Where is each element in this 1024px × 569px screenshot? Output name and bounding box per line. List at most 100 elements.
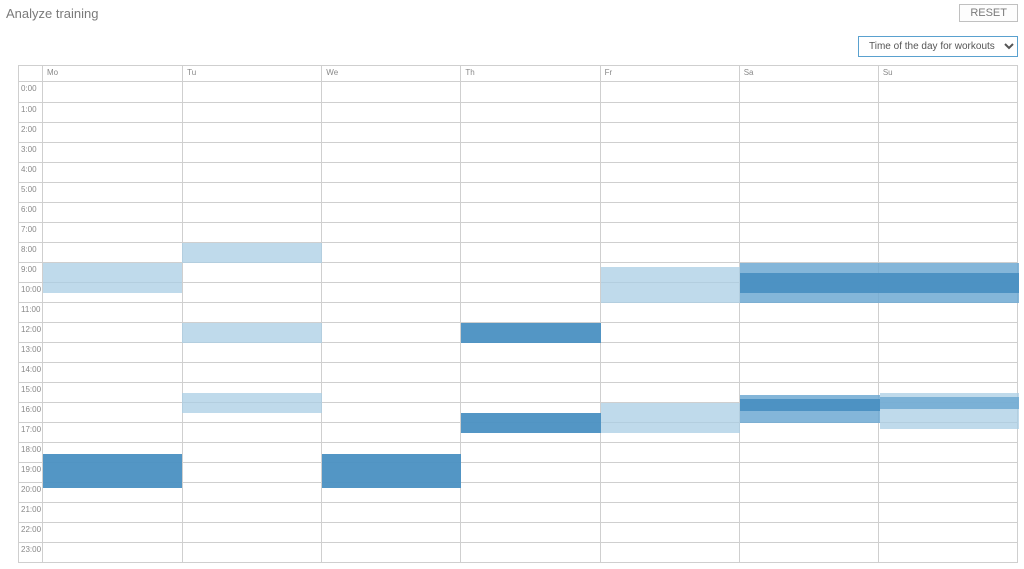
grid-cell bbox=[43, 262, 182, 282]
grid-cell bbox=[739, 282, 878, 302]
grid-cell bbox=[878, 122, 1017, 142]
grid-cell bbox=[182, 462, 321, 482]
grid-cell bbox=[43, 242, 182, 262]
grid-cell bbox=[739, 322, 878, 342]
grid-cell bbox=[43, 202, 182, 222]
grid-cell bbox=[600, 362, 739, 382]
grid-cell bbox=[739, 422, 878, 442]
grid-cell bbox=[600, 462, 739, 482]
grid-cell bbox=[878, 302, 1017, 322]
grid-cell bbox=[600, 202, 739, 222]
grid-cell bbox=[321, 542, 460, 562]
grid-cell bbox=[878, 402, 1017, 422]
grid-cell bbox=[878, 502, 1017, 522]
row-header: 13:00 bbox=[19, 342, 43, 362]
grid-cell bbox=[43, 442, 182, 462]
grid-cell bbox=[600, 242, 739, 262]
grid-cell bbox=[460, 222, 599, 242]
grid-cell bbox=[43, 402, 182, 422]
grid-cell bbox=[321, 442, 460, 462]
grid-cell bbox=[878, 382, 1017, 402]
grid-cell bbox=[460, 142, 599, 162]
grid-cell bbox=[600, 222, 739, 242]
grid-cell bbox=[600, 542, 739, 562]
grid-cell bbox=[739, 162, 878, 182]
grid-cell bbox=[182, 362, 321, 382]
col-header: Fr bbox=[600, 66, 739, 82]
grid-cell bbox=[43, 102, 182, 122]
grid-cell bbox=[182, 382, 321, 402]
grid-cell bbox=[43, 322, 182, 342]
grid-cell bbox=[739, 222, 878, 242]
grid-cell bbox=[600, 122, 739, 142]
row-header: 3:00 bbox=[19, 142, 43, 162]
grid-cell bbox=[460, 542, 599, 562]
grid-cell bbox=[182, 222, 321, 242]
grid-cell bbox=[321, 82, 460, 102]
grid-cell bbox=[739, 382, 878, 402]
grid-cell bbox=[43, 222, 182, 242]
grid-cell bbox=[43, 162, 182, 182]
grid-cell bbox=[600, 502, 739, 522]
grid-cell bbox=[43, 462, 182, 482]
col-header: We bbox=[321, 66, 460, 82]
grid-cell bbox=[600, 402, 739, 422]
grid-cell bbox=[878, 442, 1017, 462]
grid-cell bbox=[460, 202, 599, 222]
grid-cell bbox=[878, 422, 1017, 442]
grid-cell bbox=[43, 482, 182, 502]
grid-cell bbox=[182, 322, 321, 342]
row-header: 2:00 bbox=[19, 122, 43, 142]
grid-cell bbox=[739, 362, 878, 382]
grid-cell bbox=[321, 402, 460, 422]
chart-type-select[interactable]: Time of the day for workouts bbox=[858, 36, 1018, 57]
grid-cell bbox=[878, 542, 1017, 562]
grid-cell bbox=[460, 82, 599, 102]
grid-cell bbox=[739, 82, 878, 102]
grid-cell bbox=[321, 242, 460, 262]
row-header: 5:00 bbox=[19, 182, 43, 202]
grid-cell bbox=[878, 522, 1017, 542]
grid-cell bbox=[321, 222, 460, 242]
row-header: 4:00 bbox=[19, 162, 43, 182]
grid-cell bbox=[600, 442, 739, 462]
grid-cell bbox=[43, 502, 182, 522]
grid-cell bbox=[43, 82, 182, 102]
toolbar: Time of the day for workouts bbox=[0, 22, 1024, 65]
grid-cell bbox=[182, 82, 321, 102]
grid-cell bbox=[878, 82, 1017, 102]
grid-cell bbox=[321, 422, 460, 442]
grid-cell bbox=[739, 142, 878, 162]
row-header: 11:00 bbox=[19, 302, 43, 322]
grid-cell bbox=[878, 322, 1017, 342]
grid-cell bbox=[460, 502, 599, 522]
grid-cell bbox=[460, 402, 599, 422]
grid-cell bbox=[600, 342, 739, 362]
grid-cell bbox=[43, 382, 182, 402]
grid-cell bbox=[739, 342, 878, 362]
grid-cell bbox=[600, 322, 739, 342]
row-header: 9:00 bbox=[19, 262, 43, 282]
grid-cell bbox=[182, 162, 321, 182]
grid-cell bbox=[182, 282, 321, 302]
grid-cell bbox=[878, 462, 1017, 482]
col-header: Sa bbox=[739, 66, 878, 82]
grid-cell bbox=[460, 322, 599, 342]
row-header: 15:00 bbox=[19, 382, 43, 402]
grid-cell bbox=[321, 182, 460, 202]
reset-button[interactable]: RESET bbox=[959, 4, 1018, 22]
grid-cell bbox=[739, 122, 878, 142]
grid-cell bbox=[600, 282, 739, 302]
grid-cell bbox=[182, 102, 321, 122]
row-header: 17:00 bbox=[19, 422, 43, 442]
grid-cell bbox=[43, 342, 182, 362]
grid-cell bbox=[182, 522, 321, 542]
grid-cell bbox=[460, 102, 599, 122]
grid-cell bbox=[460, 382, 599, 402]
grid-cell bbox=[43, 422, 182, 442]
grid-cell bbox=[739, 402, 878, 422]
grid-cell bbox=[321, 102, 460, 122]
grid-cell bbox=[182, 342, 321, 362]
grid-cell bbox=[460, 282, 599, 302]
grid-cell bbox=[460, 182, 599, 202]
